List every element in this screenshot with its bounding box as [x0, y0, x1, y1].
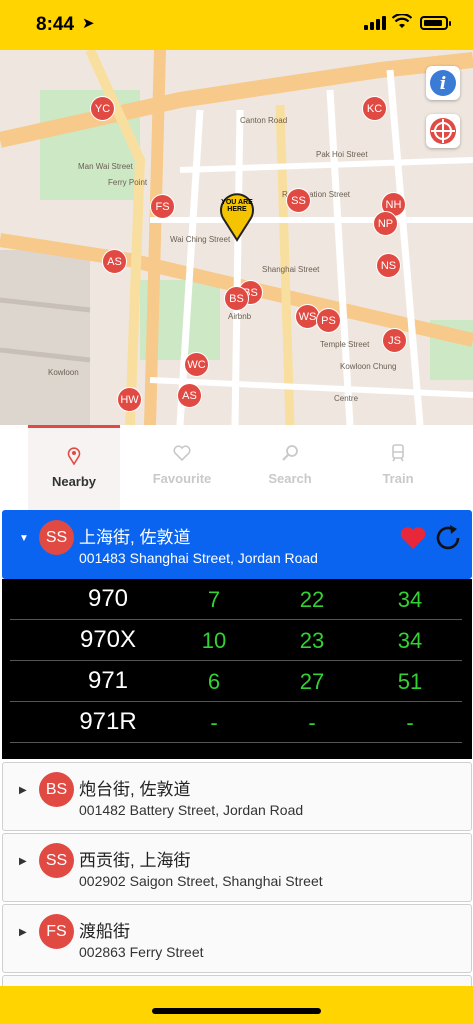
map-label: Centre: [334, 394, 359, 403]
tab-bar: Nearby Favourite Search Train: [0, 425, 473, 510]
chevron-down-icon[interactable]: ▼: [19, 533, 29, 544]
map-pin[interactable]: KC: [362, 96, 387, 121]
train-icon: [392, 444, 404, 462]
svg-text:i: i: [440, 74, 446, 94]
stop-row[interactable]: ▶ FS 渡船街 002863 Ferry Street: [2, 904, 472, 973]
map-label: Kowloon: [48, 368, 79, 377]
refresh-icon[interactable]: [433, 523, 465, 553]
stop-row[interactable]: ▶ SS 西贡街, 上海街 002902 Saigon Street, Shan…: [2, 833, 472, 902]
eta-minutes: 10: [201, 628, 227, 653]
eta-row[interactable]: 971 6 27 51: [10, 661, 462, 702]
stop-name: 上海街, 佐敦道: [79, 528, 191, 547]
eta-minutes: 6: [207, 669, 221, 694]
compass-button[interactable]: [426, 114, 460, 148]
status-bar: 8:44 ➤: [0, 0, 473, 50]
stop-badge: FS: [39, 914, 74, 949]
stop-badge: SS: [39, 520, 74, 555]
map-pin[interactable]: PS: [316, 308, 341, 333]
stop-row-selected[interactable]: ▼ SS 上海街, 佐敦道 001483 Shanghai Street, Jo…: [2, 510, 472, 579]
eta-minutes: -: [308, 710, 316, 735]
tab-nearby[interactable]: Nearby: [28, 425, 120, 510]
eta-row[interactable]: 971R - - -: [10, 702, 462, 743]
favourite-heart-icon[interactable]: [399, 525, 427, 551]
stop-badge: SS: [39, 843, 74, 878]
map-pin[interactable]: YC: [90, 96, 115, 121]
location-arrow-icon: ➤: [82, 15, 95, 32]
you-are-here-marker: YOU ARE HERE: [219, 192, 255, 242]
eta-minutes: -: [210, 710, 218, 735]
stop-badge: BS: [39, 772, 74, 807]
map-label: Airbnb: [228, 312, 252, 321]
you-are-here-label: YOU ARE HERE: [221, 199, 253, 213]
battery-icon: [420, 16, 451, 30]
wifi-icon: [392, 14, 412, 28]
eta-minutes: 51: [397, 669, 423, 694]
stop-detail: 001483 Shanghai Street, Jordan Road: [79, 550, 318, 566]
status-time: 8:44: [36, 14, 75, 35]
eta-minutes: 23: [299, 628, 325, 653]
map-pin[interactable]: BS: [224, 286, 249, 311]
stop-detail: 002902 Saigon Street, Shanghai Street: [79, 873, 323, 889]
stop-name: 渡船街: [79, 922, 130, 941]
map-label: Pak Hoi Street: [316, 150, 368, 159]
compass-icon: [430, 118, 456, 144]
stop-name: 西贡街, 上海街: [79, 851, 191, 870]
map-pin[interactable]: HW: [117, 387, 142, 412]
stop-row[interactable]: [2, 975, 472, 986]
map-label: Temple Street: [320, 340, 370, 349]
tab-train[interactable]: Train: [352, 425, 444, 510]
stop-row[interactable]: ▶ BS 炮台街, 佐敦道 001482 Battery Street, Jor…: [2, 762, 472, 831]
heart-outline-icon: [173, 445, 191, 462]
map-pin[interactable]: FS: [150, 194, 175, 219]
app-screen: 8:44 ➤ Man Wai Street Ferry Point Wai Ch…: [0, 0, 473, 1024]
map-label: Kowloon Chung: [340, 362, 397, 371]
search-icon: [282, 445, 298, 461]
eta-minutes: 34: [397, 587, 423, 612]
eta-row[interactable]: 970X 10 23 34: [10, 620, 462, 661]
info-button[interactable]: i: [426, 66, 460, 100]
map-view[interactable]: Man Wai Street Ferry Point Wai Ching Str…: [0, 50, 473, 425]
tab-label: Search: [268, 471, 312, 486]
stop-detail: 002863 Ferry Street: [79, 944, 204, 960]
eta-minutes: 34: [397, 628, 423, 653]
stop-detail: 001482 Battery Street, Jordan Road: [79, 802, 304, 818]
map-label: Shanghai Street: [262, 265, 320, 274]
map-pin[interactable]: AS: [102, 249, 127, 274]
chevron-right-icon[interactable]: ▶: [19, 927, 27, 938]
tab-favourite[interactable]: Favourite: [136, 425, 228, 510]
map-pin[interactable]: NS: [376, 253, 401, 278]
tab-label: Train: [382, 471, 414, 486]
chevron-right-icon[interactable]: ▶: [19, 856, 27, 867]
home-indicator-bar: [0, 986, 473, 1024]
cellular-signal-icon: [364, 16, 386, 30]
tab-label: Favourite: [152, 471, 212, 486]
home-indicator[interactable]: [152, 1008, 321, 1014]
stop-list: ▼ SS 上海街, 佐敦道 001483 Shanghai Street, Jo…: [0, 510, 473, 986]
map-label: Canton Road: [240, 116, 288, 125]
map-pin-icon: [67, 447, 81, 466]
map-pin[interactable]: WC: [184, 352, 209, 377]
eta-table: 970 7 22 34 970X 10 23 34 971 6 27 51 97…: [2, 579, 472, 759]
map-pin[interactable]: AS: [177, 383, 202, 408]
stop-name: 炮台街, 佐敦道: [79, 780, 191, 799]
map-label: Man Wai Street: [78, 162, 133, 171]
map-pin[interactable]: NP: [373, 211, 398, 236]
map-pin[interactable]: SS: [286, 188, 311, 213]
tab-label: Nearby: [51, 474, 97, 489]
info-icon: i: [430, 70, 456, 96]
eta-minutes: 7: [207, 587, 221, 612]
eta-minutes: 22: [299, 587, 325, 612]
map-label: Ferry Point: [108, 178, 148, 187]
eta-row[interactable]: 970 7 22 34: [10, 579, 462, 620]
eta-minutes: -: [406, 710, 414, 735]
tab-search[interactable]: Search: [244, 425, 336, 510]
chevron-right-icon[interactable]: ▶: [19, 785, 27, 796]
map-pin[interactable]: JS: [382, 328, 407, 353]
eta-minutes: 27: [299, 669, 325, 694]
